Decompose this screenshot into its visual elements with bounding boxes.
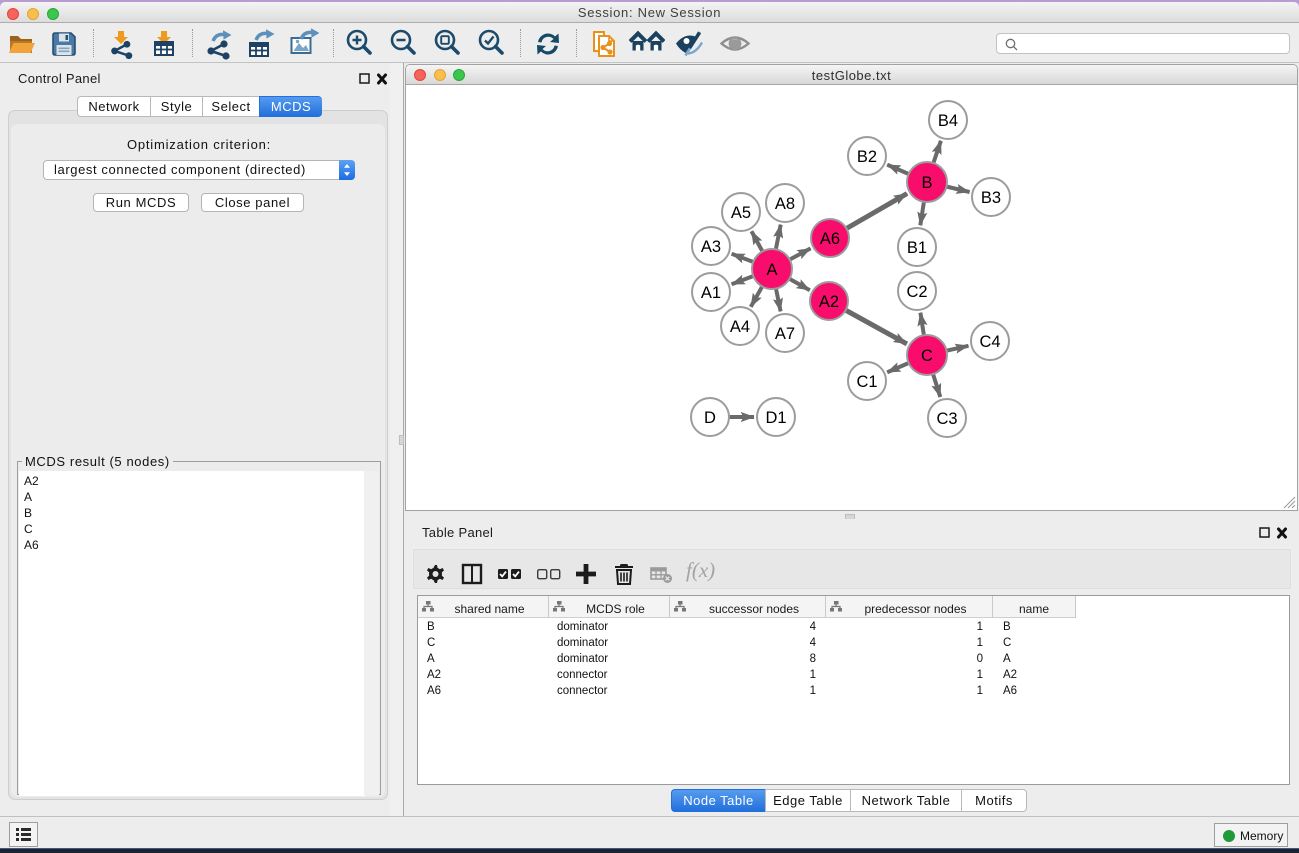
svg-text:A4: A4 [730, 318, 750, 336]
svg-text:C2: C2 [906, 283, 927, 301]
svg-text:A8: A8 [775, 195, 795, 213]
svg-text:D1: D1 [765, 409, 786, 427]
svg-text:A2: A2 [819, 293, 839, 311]
svg-text:B: B [921, 174, 932, 192]
svg-text:A: A [766, 261, 777, 279]
svg-text:A7: A7 [775, 325, 795, 343]
svg-text:A1: A1 [701, 284, 721, 302]
svg-text:A3: A3 [701, 238, 721, 256]
svg-text:C1: C1 [856, 373, 877, 391]
svg-text:C4: C4 [979, 333, 1000, 351]
svg-text:A5: A5 [731, 204, 751, 222]
svg-text:C3: C3 [936, 410, 957, 428]
svg-text:B1: B1 [907, 239, 927, 257]
svg-text:B3: B3 [981, 189, 1001, 207]
svg-text:B2: B2 [857, 148, 877, 166]
svg-text:D: D [704, 409, 716, 427]
svg-text:C: C [921, 347, 933, 365]
svg-text:B4: B4 [938, 112, 958, 130]
svg-text:A6: A6 [820, 230, 840, 248]
